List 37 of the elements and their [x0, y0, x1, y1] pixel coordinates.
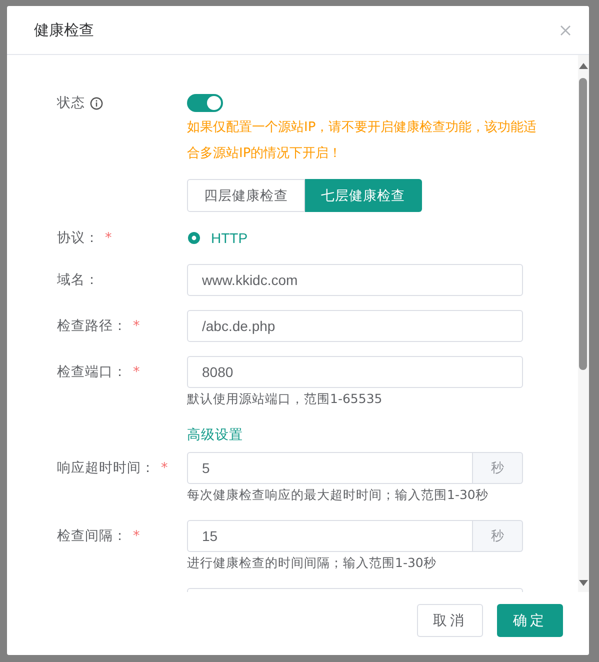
- segment-tab[interactable]: 四层健康检查: [187, 179, 305, 212]
- radio-option[interactable]: HTTP: [188, 228, 248, 248]
- warning-text: 如果仅配置一个源站IP，请不要开启健康检查功能，该功能适合多源站IP的情况下开启！: [187, 119, 538, 163]
- toggle-switch[interactable]: [187, 94, 223, 112]
- info-icon[interactable]: [90, 97, 103, 110]
- field-label: 检查间隔：: [57, 527, 127, 546]
- unit-suffix: 秒: [473, 520, 523, 552]
- scrollbar[interactable]: [578, 55, 589, 592]
- scroll-down-icon[interactable]: [579, 580, 588, 586]
- radio-icon[interactable]: [188, 232, 200, 244]
- dialog-title: 健康检查: [34, 20, 94, 40]
- field-label: 状态: [57, 94, 85, 113]
- advanced-settings-link[interactable]: 高级设置: [187, 427, 243, 443]
- input-field[interactable]: 8080: [187, 356, 523, 388]
- field-label: 检查端口：: [57, 363, 127, 382]
- unit-suffix: 秒: [473, 452, 523, 484]
- confirm-button[interactable]: 确定: [497, 604, 563, 637]
- help-text: 默认使用源站端口，范围1-65535: [187, 390, 384, 408]
- help-text: 进行健康检查的时间间隔；输入范围1-30秒: [187, 554, 438, 572]
- input-field[interactable]: 15: [187, 520, 473, 552]
- required-mark: *: [133, 527, 140, 546]
- required-mark: *: [161, 459, 168, 478]
- required-mark: *: [133, 317, 140, 336]
- scroll-up-icon[interactable]: [579, 63, 588, 69]
- field-label: 检查路径：: [57, 317, 127, 336]
- input-field[interactable]: /abc.de.php: [187, 310, 523, 342]
- required-mark: *: [105, 229, 112, 248]
- cancel-button[interactable]: 取消: [417, 604, 483, 637]
- field-label: 协议：: [57, 229, 99, 248]
- field-label: 域名：: [57, 271, 99, 290]
- required-mark: *: [133, 363, 140, 382]
- field-label: 响应超时时间：: [57, 459, 155, 478]
- help-text: 每次健康检查响应的最大超时时间；输入范围1-30秒: [187, 486, 490, 504]
- segment-tab[interactable]: 七层健康检查: [305, 179, 422, 212]
- close-icon[interactable]: [560, 24, 571, 36]
- input-field[interactable]: www.kkidc.com: [187, 264, 523, 296]
- input-field[interactable]: 5: [187, 452, 473, 484]
